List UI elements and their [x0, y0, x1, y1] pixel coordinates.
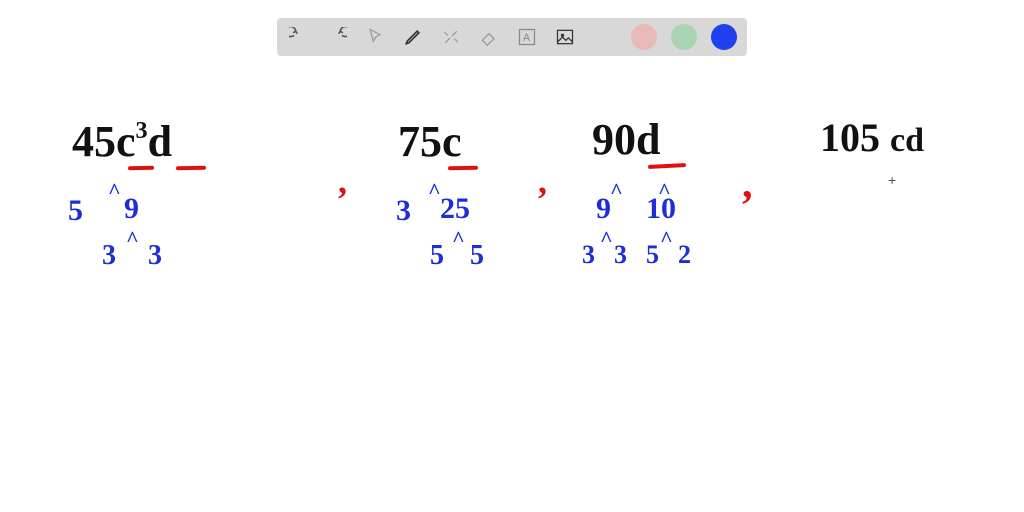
comma-3: ,	[742, 160, 753, 208]
tools-button[interactable]	[439, 25, 463, 49]
tree3-right: 10	[646, 194, 676, 224]
redo-button[interactable]	[325, 25, 349, 49]
term-2-coef: 75	[398, 117, 442, 166]
tree3-caret-rr: ^	[660, 226, 673, 252]
term-3-underline	[648, 163, 686, 169]
term-2-underline	[448, 166, 478, 171]
tree2-caret2: ^	[452, 226, 465, 252]
toolbar: A	[277, 18, 747, 56]
term-1-exp: 3	[136, 117, 148, 144]
tree3-left: 9	[596, 194, 611, 224]
tree3-ll: 3	[582, 242, 595, 268]
term-1-var1: c	[116, 117, 136, 166]
term-1-coef: 45	[72, 117, 116, 166]
redo-icon	[327, 27, 347, 47]
color-pink-button[interactable]	[631, 24, 657, 50]
pen-icon	[403, 27, 423, 47]
term-1-var2: d	[148, 117, 172, 166]
pointer-icon	[365, 27, 385, 47]
tree2-left: 3	[396, 196, 411, 226]
tree2-rl: 5	[430, 242, 444, 270]
tree1-rr: 3	[148, 242, 162, 270]
term-4-vars: cd	[890, 122, 924, 159]
term-2-var: c	[442, 117, 462, 166]
text-icon: A	[517, 27, 537, 47]
tools-icon	[441, 27, 461, 47]
svg-text:A: A	[523, 32, 531, 44]
undo-icon	[289, 27, 309, 47]
tree2-caret: ^	[428, 178, 441, 204]
image-icon	[555, 27, 575, 47]
cursor-cross: +	[888, 172, 896, 188]
comma-1: ,	[338, 160, 347, 202]
term-4: 105 cd	[820, 118, 924, 158]
tree2-rr: 5	[470, 242, 484, 270]
term-2: 75c	[398, 120, 462, 164]
tree3-caret-ll: ^	[600, 226, 613, 252]
term-3-var: d	[636, 115, 660, 164]
tree3-rr: 2	[678, 242, 691, 268]
term-3-coef: 90	[592, 115, 636, 164]
term-1: 45c3d	[72, 120, 172, 164]
undo-button[interactable]	[287, 25, 311, 49]
color-gray-button[interactable]	[591, 24, 617, 50]
comma-2: ,	[538, 160, 547, 202]
term-4-coef: 105	[820, 115, 880, 160]
tree1-right: 9	[124, 194, 139, 224]
term-1-underline-d	[176, 166, 206, 171]
term-3: 90d	[592, 118, 660, 162]
tree1-caret: ^	[108, 178, 121, 204]
tree1-rl: 3	[102, 242, 116, 270]
color-green-button[interactable]	[671, 24, 697, 50]
tree3-rl: 5	[646, 242, 659, 268]
tree1-caret2: ^	[126, 226, 139, 252]
color-blue-button[interactable]	[711, 24, 737, 50]
pointer-button[interactable]	[363, 25, 387, 49]
tree3-lr: 3	[614, 242, 627, 268]
image-button[interactable]	[553, 25, 577, 49]
eraser-button[interactable]	[477, 25, 501, 49]
tree3-caret-l: ^	[610, 178, 623, 204]
pen-button[interactable]	[401, 25, 425, 49]
tree1-left: 5	[68, 196, 83, 226]
term-1-underline-c	[128, 166, 154, 170]
eraser-icon	[479, 27, 499, 47]
tree2-right: 25	[440, 194, 470, 224]
whiteboard[interactable]: 45c3d ^ 5 9 ^ 3 3 , 75c ^ 3 25 ^ 5 5 , 9…	[0, 70, 1024, 512]
text-button[interactable]: A	[515, 25, 539, 49]
